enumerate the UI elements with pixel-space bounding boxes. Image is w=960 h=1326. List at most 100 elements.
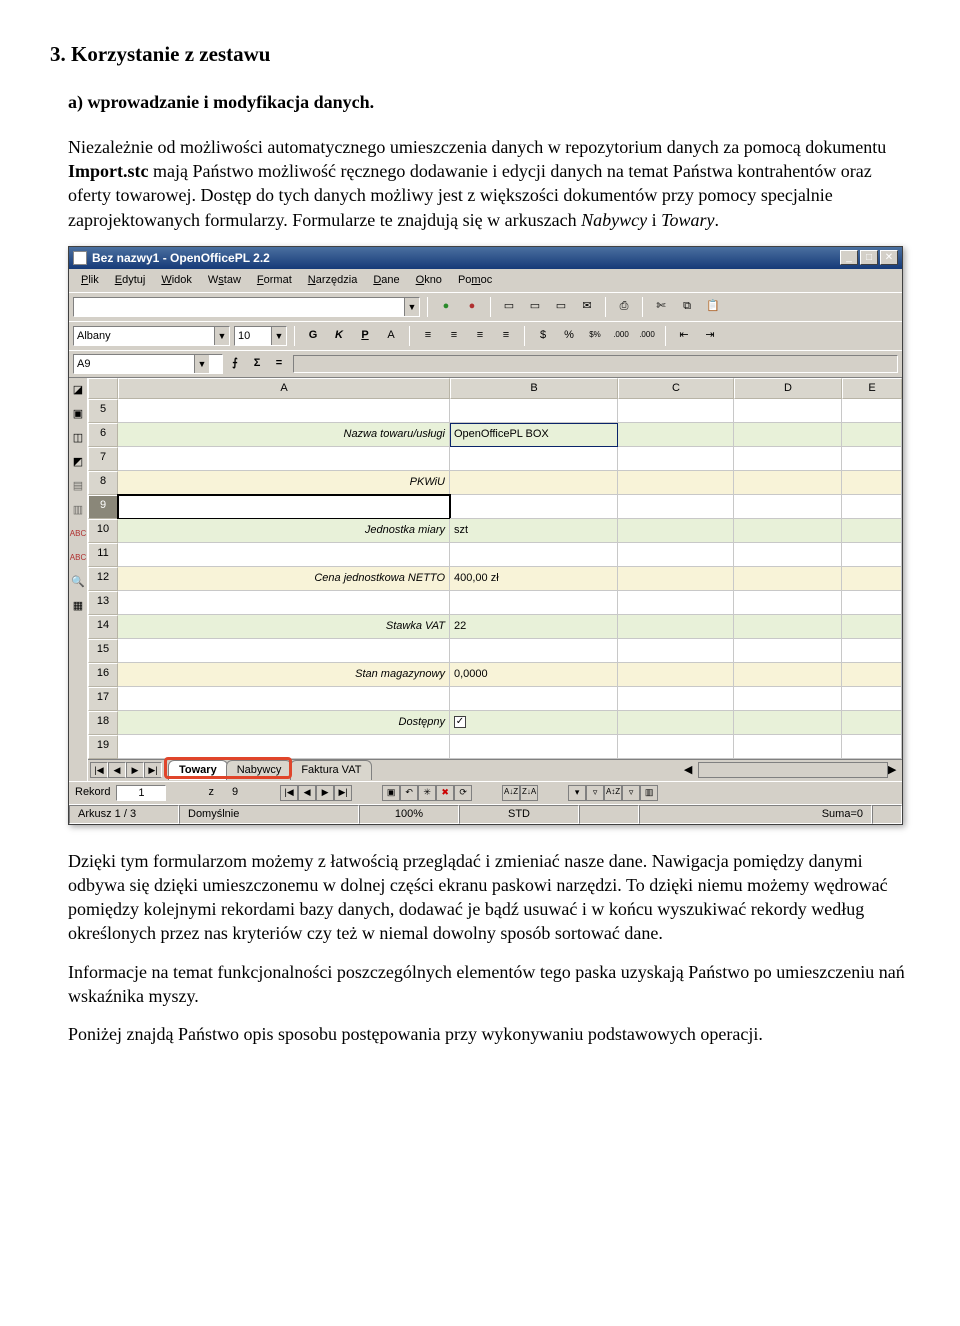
- cell-empty[interactable]: [618, 735, 734, 759]
- row-header[interactable]: 10: [88, 519, 118, 543]
- rec-delete-icon[interactable]: ✖: [436, 785, 454, 801]
- tab-last-icon[interactable]: ▶|: [144, 762, 162, 778]
- cell-empty[interactable]: [842, 447, 902, 471]
- cell-value[interactable]: 22: [450, 615, 618, 639]
- cell-empty[interactable]: [734, 447, 842, 471]
- font-name-combo[interactable]: ▼: [73, 326, 230, 346]
- row-header[interactable]: 19: [88, 735, 118, 759]
- number-std-icon[interactable]: $%: [584, 325, 606, 347]
- cell-label[interactable]: [118, 639, 450, 663]
- underline-icon[interactable]: P: [354, 325, 376, 347]
- style-icon[interactable]: ▤: [69, 478, 87, 496]
- currency-icon[interactable]: $: [532, 325, 554, 347]
- cell-value[interactable]: szt: [450, 519, 618, 543]
- cell-empty[interactable]: [842, 567, 902, 591]
- row-header[interactable]: 16: [88, 663, 118, 687]
- cell-empty[interactable]: [618, 399, 734, 423]
- find-icon[interactable]: 🔍: [69, 574, 87, 592]
- row-header[interactable]: 11: [88, 543, 118, 567]
- row-header[interactable]: 15: [88, 639, 118, 663]
- sort-desc-icon[interactable]: Z↓A: [520, 785, 538, 801]
- cell-value[interactable]: 400,00 zł: [450, 567, 618, 591]
- cell-empty[interactable]: [734, 495, 842, 519]
- cell-label[interactable]: Stan magazynowy: [118, 663, 450, 687]
- column-header[interactable]: E: [842, 378, 902, 399]
- cell-value[interactable]: [450, 591, 618, 615]
- cell-empty[interactable]: [734, 663, 842, 687]
- cell-label[interactable]: [118, 591, 450, 615]
- minimize-button[interactable]: _: [840, 250, 858, 265]
- menu-edytuj[interactable]: Edytuj: [109, 271, 152, 290]
- cell-empty[interactable]: [842, 591, 902, 615]
- cell-empty[interactable]: [734, 735, 842, 759]
- cell-value[interactable]: [450, 471, 618, 495]
- align-justify-icon[interactable]: ≡: [495, 325, 517, 347]
- cell-value[interactable]: [450, 543, 618, 567]
- row-header[interactable]: 14: [88, 615, 118, 639]
- cell-label[interactable]: [118, 399, 450, 423]
- cell-empty[interactable]: [842, 495, 902, 519]
- cell-value[interactable]: [450, 399, 618, 423]
- tab-faktura-vat[interactable]: Faktura VAT: [290, 760, 372, 780]
- print-icon[interactable]: ⎙: [613, 296, 635, 318]
- cell-empty[interactable]: [842, 639, 902, 663]
- spreadsheet-grid[interactable]: ABCDE56Nazwa towaru/usługiOpenOfficePL B…: [88, 378, 902, 781]
- cell-empty[interactable]: [618, 663, 734, 687]
- rec-new-icon[interactable]: ✳: [418, 785, 436, 801]
- shapes-icon[interactable]: ▣: [69, 406, 87, 424]
- tab-first-icon[interactable]: |◀: [90, 762, 108, 778]
- rec-refresh-icon[interactable]: ⟳: [454, 785, 472, 801]
- spellcheck-icon[interactable]: ABC: [69, 526, 87, 544]
- paste-icon[interactable]: 📋: [702, 296, 724, 318]
- cell-empty[interactable]: [842, 687, 902, 711]
- tab-next-icon[interactable]: ▶: [126, 762, 144, 778]
- dropdown-icon[interactable]: ▼: [214, 327, 229, 345]
- row-header[interactable]: 17: [88, 687, 118, 711]
- cell-empty[interactable]: [618, 519, 734, 543]
- cell-empty[interactable]: [734, 567, 842, 591]
- cell-empty[interactable]: [734, 423, 842, 447]
- cell-label[interactable]: [118, 447, 450, 471]
- italic-icon[interactable]: K: [328, 325, 350, 347]
- cell-label[interactable]: [118, 735, 450, 759]
- bold-icon[interactable]: G: [302, 325, 324, 347]
- cell-label[interactable]: [118, 687, 450, 711]
- record-icon[interactable]: ●: [461, 296, 483, 318]
- name-box[interactable]: ▼: [73, 354, 223, 374]
- cell-empty[interactable]: [618, 687, 734, 711]
- row-header[interactable]: 7: [88, 447, 118, 471]
- cell-label[interactable]: [118, 495, 450, 519]
- menu-plik[interactable]: Plik: [75, 271, 105, 290]
- strike-icon[interactable]: A: [380, 325, 402, 347]
- menu-dane[interactable]: Dane: [367, 271, 405, 290]
- insert-icon[interactable]: ◪: [69, 382, 87, 400]
- cell-value[interactable]: 0,0000: [450, 663, 618, 687]
- sort-az-icon[interactable]: A↕Z: [604, 785, 622, 801]
- cell-empty[interactable]: [734, 399, 842, 423]
- cell-empty[interactable]: [734, 711, 842, 735]
- row-header[interactable]: 18: [88, 711, 118, 735]
- rec-prev-icon[interactable]: ◀: [298, 785, 316, 801]
- cell-value[interactable]: [450, 447, 618, 471]
- menu-pomoc[interactable]: Pomoc: [452, 271, 498, 290]
- sum-icon[interactable]: Σ: [249, 356, 265, 371]
- open-icon[interactable]: ▭: [524, 296, 546, 318]
- record-current[interactable]: 1: [116, 785, 166, 801]
- inc-decimal-icon[interactable]: .000: [610, 325, 632, 347]
- sort-asc-icon[interactable]: A↓Z: [502, 785, 520, 801]
- cell-label[interactable]: Dostępny: [118, 711, 450, 735]
- cell-empty[interactable]: [734, 519, 842, 543]
- cell-empty[interactable]: [734, 687, 842, 711]
- align-center-icon[interactable]: ≡: [443, 325, 465, 347]
- cut-icon[interactable]: ✄: [650, 296, 672, 318]
- cell-empty[interactable]: [842, 471, 902, 495]
- cell-empty[interactable]: [618, 591, 734, 615]
- font-size-combo[interactable]: ▼: [234, 326, 287, 346]
- menu-format[interactable]: Format: [251, 271, 298, 290]
- cell-empty[interactable]: [734, 471, 842, 495]
- row-header[interactable]: 5: [88, 399, 118, 423]
- remove-filter-icon[interactable]: ▿: [622, 785, 640, 801]
- url-input[interactable]: [74, 298, 404, 316]
- cell-value[interactable]: [450, 687, 618, 711]
- column-header[interactable]: C: [618, 378, 734, 399]
